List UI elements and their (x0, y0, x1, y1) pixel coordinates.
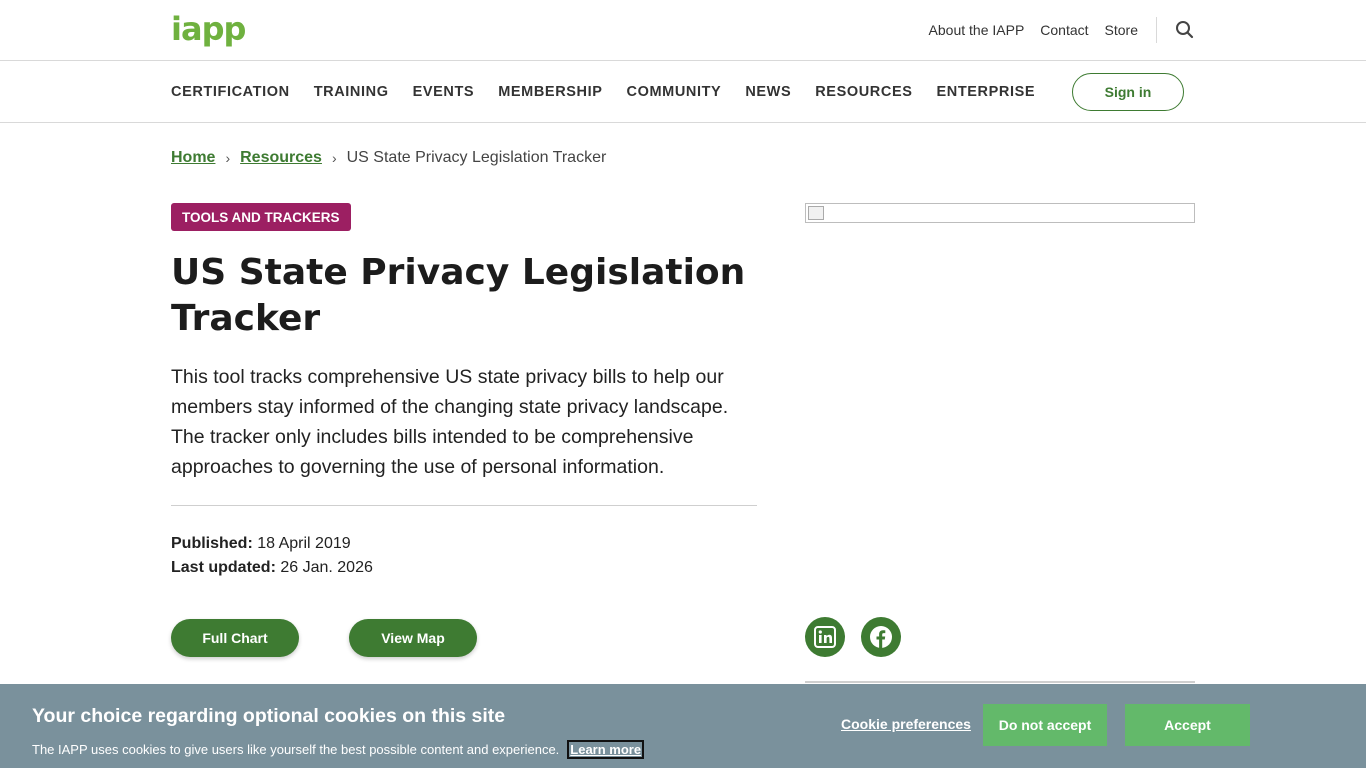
broken-image-icon (808, 206, 824, 220)
published-date: 18 April 2019 (257, 535, 351, 552)
nav-item-enterprise[interactable]: ENTERPRISE (936, 84, 1035, 100)
cookie-text-row: The IAPP uses cookies to give users like… (32, 740, 645, 759)
iapp-logo[interactable]: iapp (171, 11, 246, 47)
top-bar: iapp About the IAPP Contact Store (0, 0, 1366, 61)
nav-item-certification[interactable]: CERTIFICATION (171, 84, 290, 100)
cookie-preferences-link[interactable]: Cookie preferences (841, 716, 971, 732)
learn-more-link[interactable]: Learn more (567, 740, 645, 759)
published-row: Published: 18 April 2019 (171, 532, 373, 556)
do-not-accept-button[interactable]: Do not accept (983, 704, 1107, 746)
search-icon[interactable] (1175, 20, 1195, 40)
intro-text: This tool tracks comprehensive US state … (171, 366, 729, 478)
view-map-button[interactable]: View Map (349, 619, 477, 657)
contact-link[interactable]: Contact (1040, 22, 1088, 38)
sign-in-button[interactable]: Sign in (1072, 73, 1184, 111)
chevron-right-icon: › (225, 150, 231, 166)
utility-divider (1156, 17, 1157, 43)
nav-item-membership[interactable]: MEMBERSHIP (498, 84, 602, 100)
breadcrumb-resources[interactable]: Resources (240, 149, 322, 167)
breadcrumb-home[interactable]: Home (171, 149, 215, 167)
linkedin-icon[interactable] (805, 617, 845, 657)
full-chart-button[interactable]: Full Chart (171, 619, 299, 657)
updated-label: Last updated: (171, 559, 276, 576)
cookie-text: The IAPP uses cookies to give users like… (32, 742, 560, 757)
utility-links: About the IAPP Contact Store (913, 16, 1195, 44)
published-label: Published: (171, 535, 253, 552)
store-link[interactable]: Store (1105, 22, 1138, 38)
nav-item-resources[interactable]: RESOURCES (815, 84, 912, 100)
updated-row: Last updated: 26 Jan. 2026 (171, 556, 373, 580)
content-divider (171, 505, 757, 506)
cookie-banner: Your choice regarding optional cookies o… (0, 684, 1366, 768)
category-tag[interactable]: TOOLS AND TRACKERS (171, 203, 351, 231)
broken-image (805, 203, 1195, 223)
chevron-right-icon: › (331, 150, 337, 166)
page-title: US State Privacy Legislation Tracker (171, 252, 746, 339)
sidebar-divider (805, 681, 1195, 683)
accept-button[interactable]: Accept (1125, 704, 1250, 746)
nav-item-community[interactable]: COMMUNITY (627, 84, 722, 100)
nav-list: CERTIFICATION TRAINING EVENTS MEMBERSHIP… (171, 61, 1059, 123)
nav-item-news[interactable]: NEWS (745, 84, 791, 100)
publish-meta: Published: 18 April 2019 Last updated: 2… (171, 532, 373, 580)
updated-date: 26 Jan. 2026 (280, 559, 373, 576)
breadcrumb-current: US State Privacy Legislation Tracker (346, 149, 607, 166)
nav-item-training[interactable]: TRAINING (314, 84, 389, 100)
facebook-icon[interactable] (861, 617, 901, 657)
main-nav: CERTIFICATION TRAINING EVENTS MEMBERSHIP… (0, 61, 1366, 123)
breadcrumb: Home › Resources › US State Privacy Legi… (171, 149, 606, 167)
about-link[interactable]: About the IAPP (929, 22, 1025, 38)
cookie-heading: Your choice regarding optional cookies o… (32, 705, 506, 727)
nav-item-events[interactable]: EVENTS (413, 84, 475, 100)
